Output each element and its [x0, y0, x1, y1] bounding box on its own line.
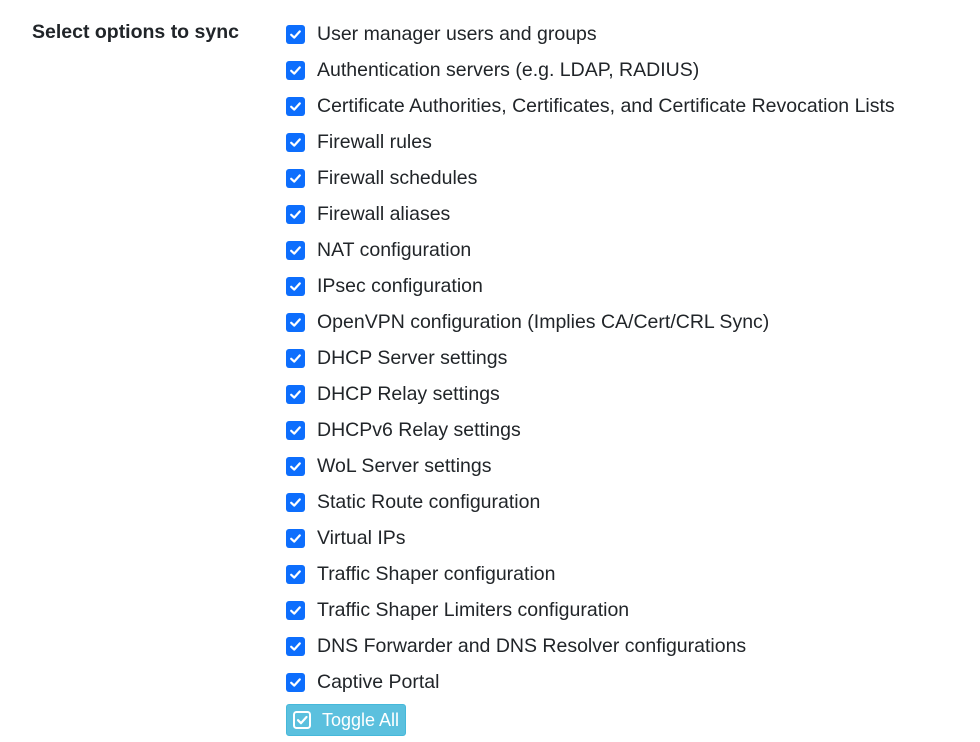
- toggle-all-button[interactable]: Toggle All: [286, 704, 407, 736]
- sync-option-item[interactable]: DHCP Relay settings: [286, 376, 895, 412]
- sync-option-label: Firewall rules: [317, 130, 432, 153]
- sync-option-label: Captive Portal: [317, 670, 440, 693]
- checkbox[interactable]: [286, 456, 305, 476]
- checkmark-icon: [290, 605, 301, 615]
- checkmark-icon: [290, 245, 301, 255]
- sync-option-item[interactable]: Authentication servers (e.g. LDAP, RADIU…: [286, 52, 895, 88]
- checkmark-icon: [290, 389, 301, 399]
- sync-option-label: Virtual IPs: [317, 526, 406, 549]
- sync-option-item[interactable]: Firewall schedules: [286, 160, 895, 196]
- sync-options-list: User manager users and groups Authenticat…: [286, 16, 895, 700]
- sync-option-label: DHCP Relay settings: [317, 382, 500, 405]
- checkbox[interactable]: [286, 384, 305, 404]
- sync-option-item[interactable]: Certificate Authorities, Certificates, a…: [286, 88, 895, 124]
- checkmark-icon: [290, 641, 301, 651]
- checkmark-icon: [290, 65, 301, 75]
- checkbox[interactable]: [286, 96, 305, 116]
- checkmark-icon: [290, 29, 301, 39]
- checkbox[interactable]: [286, 636, 305, 656]
- checkbox[interactable]: [286, 276, 305, 296]
- sync-option-label: Traffic Shaper Limiters configuration: [317, 598, 630, 621]
- checkbox[interactable]: [286, 168, 305, 188]
- checkmark-icon: [290, 101, 301, 111]
- checkmark-icon: [290, 533, 301, 543]
- checkbox[interactable]: [286, 564, 305, 584]
- sync-option-label: NAT configuration: [317, 238, 472, 261]
- sync-option-label: IPsec configuration: [317, 274, 483, 297]
- checkbox[interactable]: [286, 24, 305, 44]
- sync-option-label: User manager users and groups: [317, 22, 597, 45]
- checkmark-icon: [290, 209, 301, 219]
- sync-option-item[interactable]: User manager users and groups: [286, 16, 895, 52]
- checkmark-icon: [290, 317, 301, 327]
- sync-option-label: Static Route configuration: [317, 490, 541, 513]
- sync-option-item[interactable]: DNS Forwarder and DNS Resolver configura…: [286, 628, 895, 664]
- section-label: Select options to sync: [32, 21, 239, 43]
- sync-option-item[interactable]: NAT configuration: [286, 232, 895, 268]
- sync-option-label: WoL Server settings: [317, 454, 492, 477]
- sync-option-item[interactable]: WoL Server settings: [286, 448, 895, 484]
- sync-option-item[interactable]: Traffic Shaper configuration: [286, 556, 895, 592]
- sync-option-item[interactable]: Firewall aliases: [286, 196, 895, 232]
- sync-option-item[interactable]: IPsec configuration: [286, 268, 895, 304]
- checkbox[interactable]: [286, 132, 305, 152]
- checkmark-icon: [290, 173, 301, 183]
- checkmark-icon: [290, 677, 301, 687]
- sync-option-label: DHCP Server settings: [317, 346, 508, 369]
- checkbox[interactable]: [286, 492, 305, 512]
- check-square-icon: [292, 710, 312, 730]
- sync-option-item[interactable]: DHCPv6 Relay settings: [286, 412, 895, 448]
- checkmark-icon: [290, 569, 301, 579]
- sync-option-label: DHCPv6 Relay settings: [317, 418, 521, 441]
- sync-option-item[interactable]: DHCP Server settings: [286, 340, 895, 376]
- checkmark-icon: [290, 425, 301, 435]
- checkmark-icon: [290, 497, 301, 507]
- sync-option-item[interactable]: Static Route configuration: [286, 484, 895, 520]
- sync-option-label: DNS Forwarder and DNS Resolver configura…: [317, 634, 747, 657]
- checkbox[interactable]: [286, 348, 305, 368]
- sync-option-item[interactable]: Traffic Shaper Limiters configuration: [286, 592, 895, 628]
- sync-option-item[interactable]: Firewall rules: [286, 124, 895, 160]
- checkbox[interactable]: [286, 240, 305, 260]
- sync-option-label: OpenVPN configuration (Implies CA/Cert/C…: [317, 310, 770, 333]
- sync-option-item[interactable]: OpenVPN configuration (Implies CA/Cert/C…: [286, 304, 895, 340]
- checkmark-icon: [290, 137, 301, 147]
- checkbox[interactable]: [286, 60, 305, 80]
- checkbox[interactable]: [286, 312, 305, 332]
- checkbox[interactable]: [286, 528, 305, 548]
- checkmark-icon: [290, 461, 301, 471]
- checkmark-icon: [290, 281, 301, 291]
- checkbox[interactable]: [286, 600, 305, 620]
- sync-option-label: Certificate Authorities, Certificates, a…: [317, 94, 895, 117]
- sync-option-label: Firewall schedules: [317, 166, 478, 189]
- toggle-all-label: Toggle All: [322, 709, 400, 730]
- checkbox[interactable]: [286, 204, 305, 224]
- checkmark-icon: [290, 353, 301, 363]
- sync-option-label: Firewall aliases: [317, 202, 451, 225]
- checkbox[interactable]: [286, 672, 305, 692]
- sync-option-item[interactable]: Virtual IPs: [286, 520, 895, 556]
- sync-option-label: Traffic Shaper configuration: [317, 562, 556, 585]
- checkbox[interactable]: [286, 420, 305, 440]
- sync-option-label: Authentication servers (e.g. LDAP, RADIU…: [317, 58, 700, 81]
- sync-option-item[interactable]: Captive Portal: [286, 664, 895, 700]
